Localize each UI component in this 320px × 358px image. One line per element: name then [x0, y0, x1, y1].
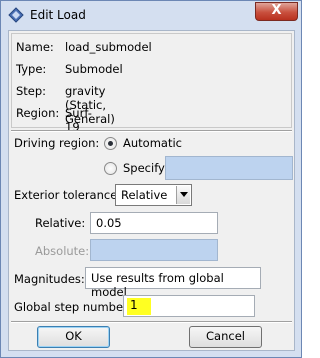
global-step-input[interactable]: 1 [123, 295, 255, 317]
specify-radio-label[interactable]: Specify: [123, 161, 168, 175]
title-bar[interactable]: Edit Load X [1, 1, 301, 29]
relative-value: 0.05 [96, 216, 122, 230]
type-label: Type: [16, 62, 47, 76]
cancel-button[interactable]: Cancel [189, 326, 262, 348]
dialog-body: Name: load_submodel Type: Submodel Step:… [8, 30, 295, 351]
app-icon [8, 7, 24, 23]
magnitudes-label: Magnitudes: [14, 272, 85, 286]
magnitudes-field[interactable]: Use results from global model [85, 267, 261, 299]
automatic-radio[interactable] [104, 137, 117, 150]
close-icon: X [271, 3, 282, 18]
global-step-label: Global step number: [14, 300, 132, 314]
region-label: Region: [16, 106, 60, 120]
dropdown-button[interactable] [176, 186, 190, 204]
type-value: Submodel [65, 62, 123, 76]
ok-button-label: OK [65, 329, 82, 343]
radio-selected-dot [108, 141, 113, 146]
specify-radio[interactable] [104, 162, 117, 175]
driving-region-label: Driving region: [14, 136, 100, 150]
exterior-tolerance-select[interactable]: Relative [115, 184, 192, 206]
ok-button[interactable]: OK [37, 326, 110, 348]
separator [11, 130, 292, 132]
relative-input[interactable]: 0.05 [90, 212, 218, 234]
separator [11, 321, 292, 323]
relative-label: Relative: [35, 216, 86, 230]
window-title: Edit Load [30, 8, 86, 22]
absolute-input[interactable] [90, 239, 218, 261]
cancel-button-label: Cancel [206, 329, 245, 343]
absolute-label: Absolute: [35, 244, 90, 258]
specify-region-field[interactable] [165, 156, 293, 180]
global-step-value: 1 [130, 298, 138, 312]
load-info-frame: Name: load_submodel Type: Submodel Step:… [11, 33, 292, 134]
automatic-radio-label[interactable]: Automatic [123, 136, 182, 150]
close-button[interactable]: X [255, 2, 298, 21]
name-label: Name: [16, 40, 54, 54]
name-value: load_submodel [65, 40, 152, 54]
edit-load-dialog: Edit Load X Name: load_submodel Type: Su… [0, 0, 302, 358]
exterior-tolerance-label: Exterior tolerance: [14, 188, 122, 202]
chevron-down-icon [180, 192, 188, 197]
step-label: Step: [16, 84, 47, 98]
exterior-tolerance-value: Relative [121, 188, 168, 202]
